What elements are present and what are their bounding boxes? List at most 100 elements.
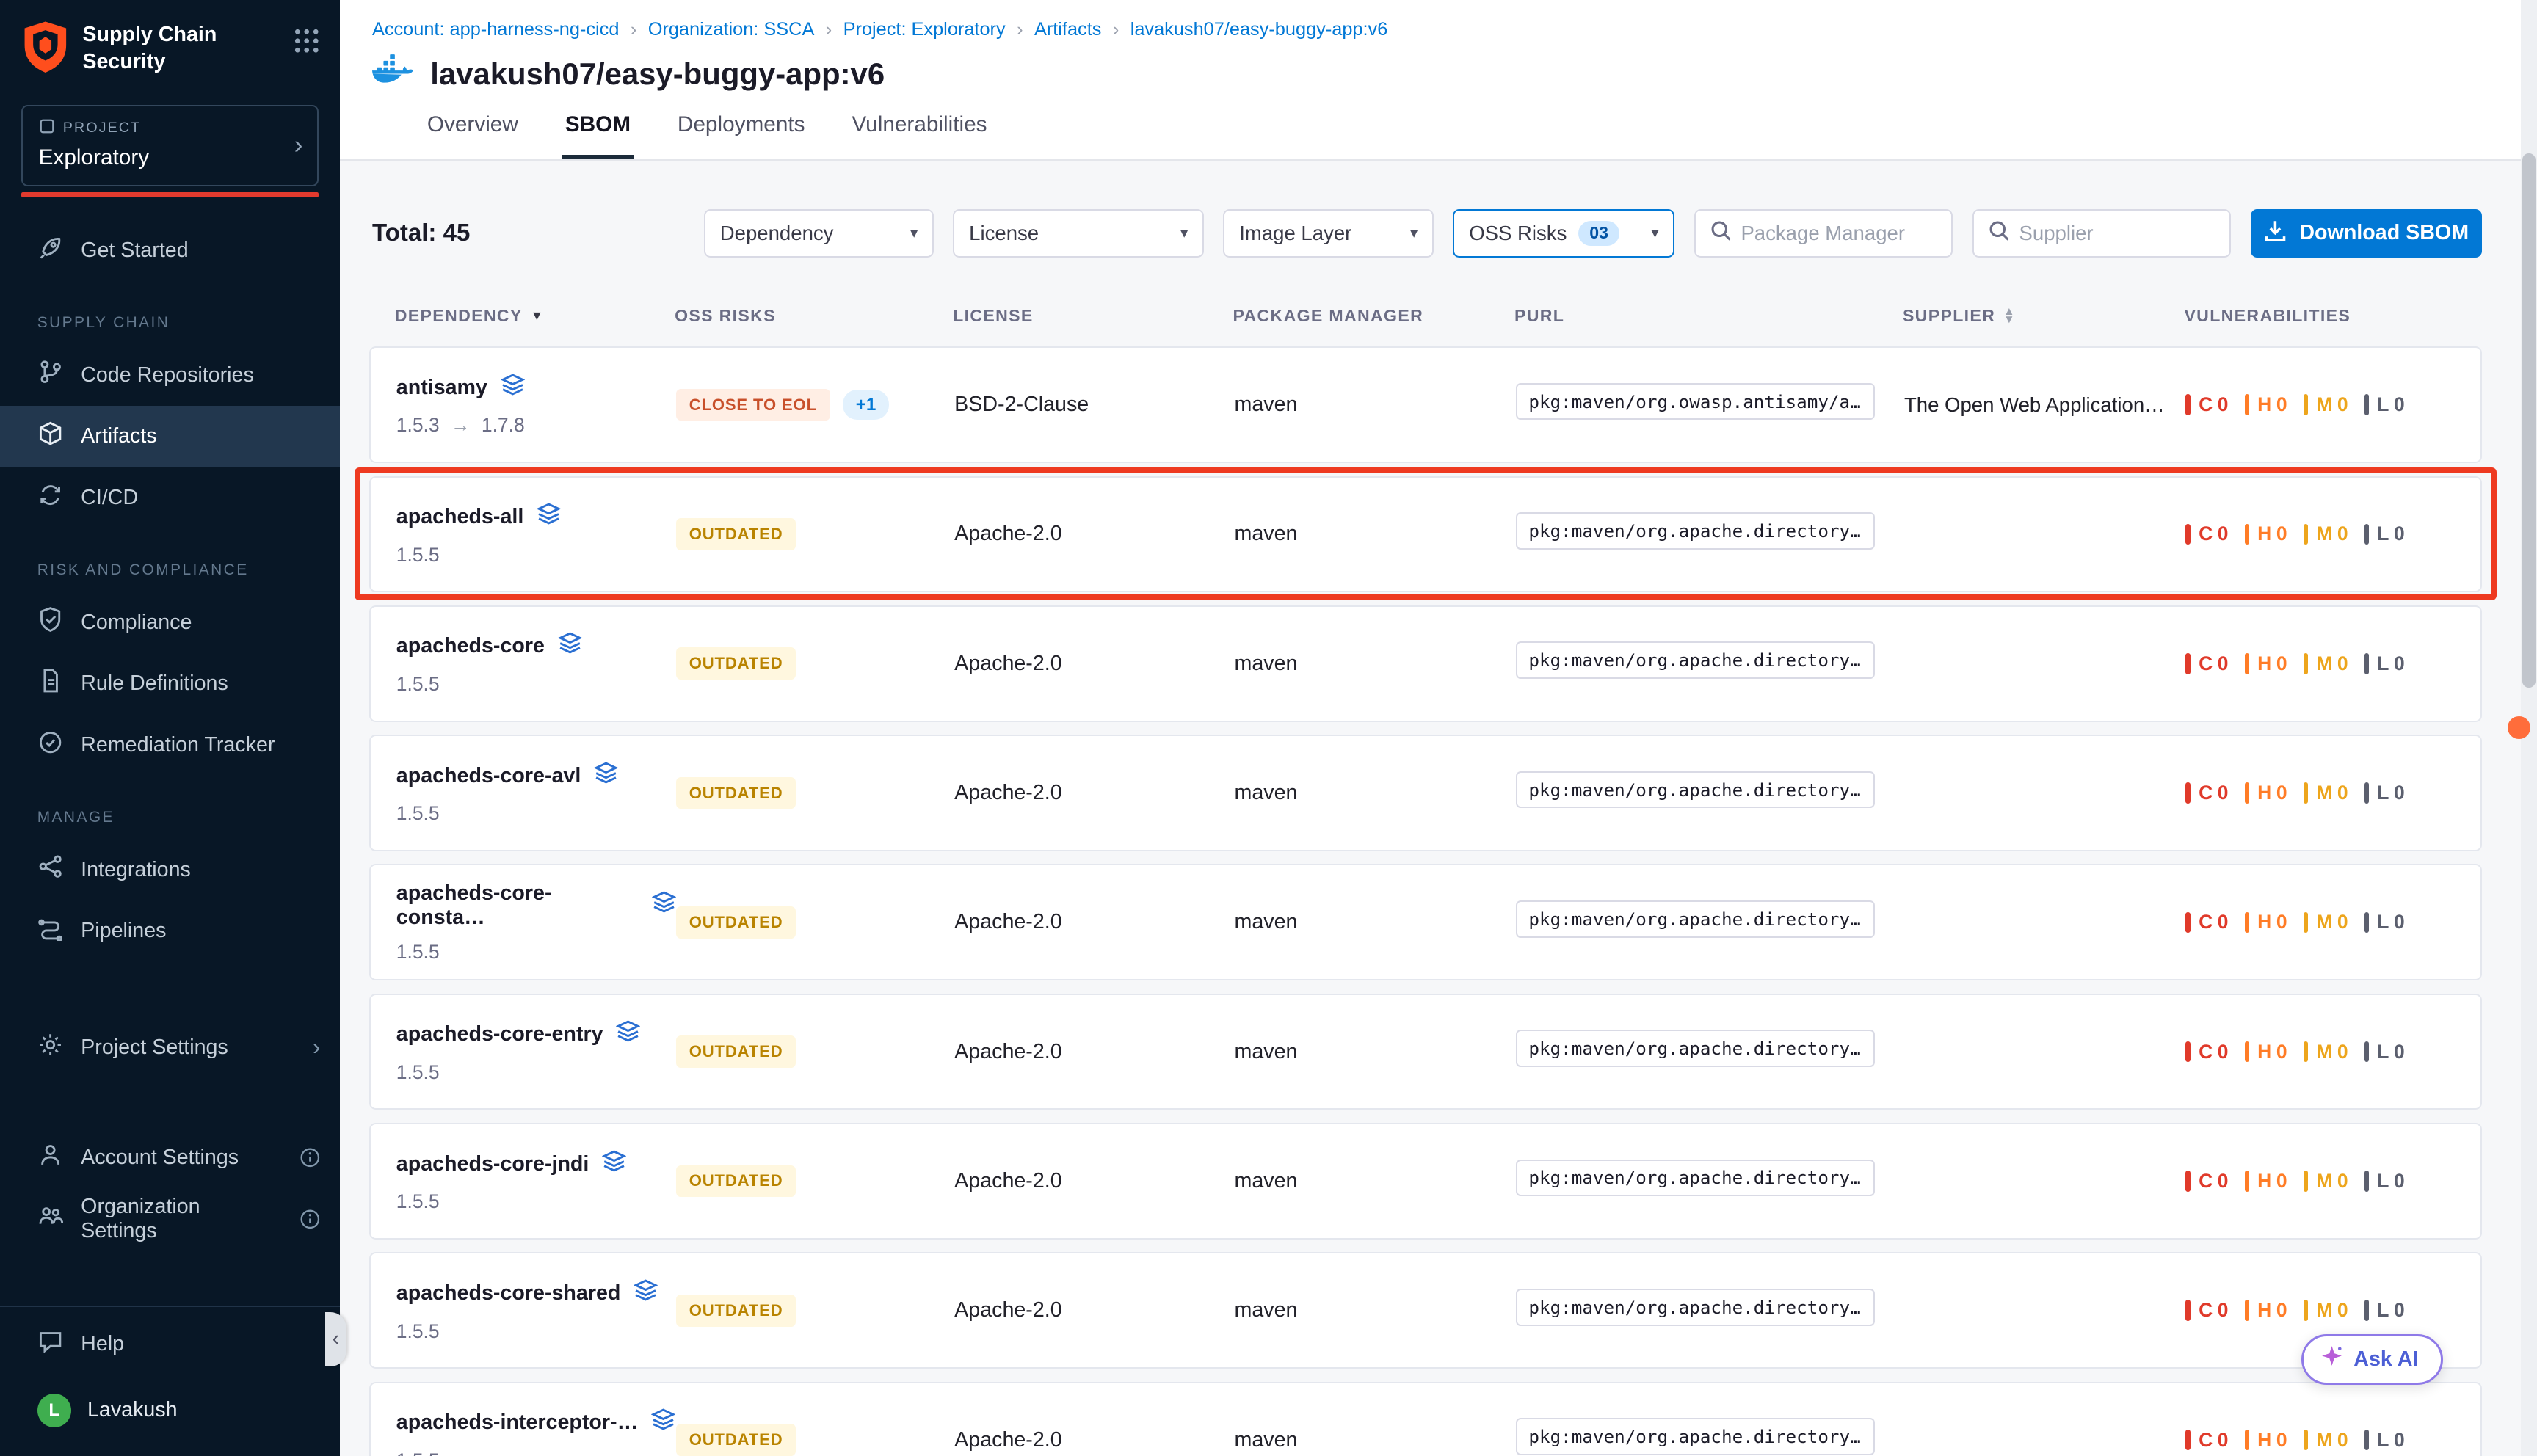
vuln-count-l: L0 xyxy=(2364,1299,2405,1322)
column-header-dependency[interactable]: DEPENDENCY▼ xyxy=(395,306,675,326)
purl-cell: pkg:maven/org.apache.directory.s… xyxy=(1516,900,1904,944)
project-selector[interactable]: PROJECT Exploratory › xyxy=(21,105,319,186)
oss-risk-badge[interactable]: +1 xyxy=(843,390,889,420)
column-header-vulnerabilities: VULNERABILITIES xyxy=(2184,306,2482,326)
download-sbom-button[interactable]: Download SBOM xyxy=(2251,209,2482,258)
sidebar-item-rule-definitions[interactable]: Rule Definitions xyxy=(0,653,340,715)
vuln-count-l: L0 xyxy=(2364,652,2405,675)
sidebar-item-integrations[interactable]: Integrations xyxy=(0,839,340,900)
license-cell: Apache-2.0 xyxy=(954,652,1234,676)
table-row[interactable]: apacheds-core 1.5.5 OUTDATED Apache-2.0 … xyxy=(369,605,2483,722)
image-layer-filter-select[interactable]: Image Layer ▾ xyxy=(1223,209,1434,258)
download-icon xyxy=(2264,219,2287,248)
oss-risks-cell: OUTDATED xyxy=(676,1295,954,1327)
sidebar: Supply Chain Security PROJECT Explorator… xyxy=(0,0,340,1456)
sidebar-item-remediation-tracker[interactable]: Remediation Tracker xyxy=(0,715,340,776)
project-name: Exploratory xyxy=(39,145,302,170)
breadcrumb-separator: › xyxy=(631,19,636,40)
oss-risks-cell: OUTDATED xyxy=(676,777,954,809)
purl-chip[interactable]: pkg:maven/org.apache.directory.s… xyxy=(1516,1418,1875,1455)
layers-icon xyxy=(558,631,582,661)
sidebar-item-project-settings[interactable]: Project Settings › xyxy=(0,1017,340,1079)
table-row[interactable]: apacheds-core-consta… 1.5.5 OUTDATED Apa… xyxy=(369,864,2483,980)
sidebar-item-help[interactable]: Help xyxy=(0,1314,340,1375)
breadcrumb-project[interactable]: Project: Exploratory xyxy=(843,19,1006,40)
sidebar-item-account-settings[interactable]: Account Settings xyxy=(0,1126,340,1188)
sidebar-item-code-repositories[interactable]: Code Repositories xyxy=(0,344,340,406)
tab-deployments[interactable]: Deployments xyxy=(675,96,808,159)
sidebar-item-compliance[interactable]: Compliance xyxy=(0,592,340,653)
people-icon xyxy=(37,1203,63,1234)
tab-overview[interactable]: Overview xyxy=(424,96,521,159)
info-icon xyxy=(300,1209,321,1230)
package-manager-search-input[interactable] xyxy=(1741,222,1937,245)
dependency-filter-select[interactable]: Dependency ▾ xyxy=(704,209,934,258)
sidebar-item-pipelines[interactable]: Pipelines xyxy=(0,900,340,962)
oss-risks-filter-select[interactable]: OSS Risks 03 ▾ xyxy=(1453,209,1674,258)
chevron-down-icon: ▾ xyxy=(1652,225,1659,242)
dependency-version: 1.5.3→1.7.8 xyxy=(396,414,676,437)
filter-label: License xyxy=(969,222,1039,245)
layers-icon xyxy=(501,373,525,403)
sidebar-collapse-handle[interactable]: ‹ xyxy=(325,1312,346,1367)
project-label: PROJECT xyxy=(63,120,141,136)
ask-ai-button[interactable]: Ask AI xyxy=(2301,1334,2443,1385)
sidebar-item-organization-settings[interactable]: Organization Settings xyxy=(0,1188,340,1250)
breadcrumb-artifact-name[interactable]: lavakush07/easy-buggy-app:v6 xyxy=(1130,19,1388,40)
dependency-version: 1.5.5 xyxy=(396,544,676,567)
supplier-search-input[interactable] xyxy=(2019,222,2215,245)
dependency-name: apacheds-core-jndi xyxy=(396,1152,589,1176)
table-row[interactable]: antisamy 1.5.3→1.7.8 CLOSE TO EOL+1 BSD-… xyxy=(369,346,2483,463)
layers-icon xyxy=(616,1019,640,1049)
user-menu[interactable]: L Lavakush xyxy=(0,1375,340,1446)
sidebar-item-artifacts[interactable]: Artifacts xyxy=(0,406,340,467)
purl-chip[interactable]: pkg:maven/org.apache.directory.s… xyxy=(1516,1030,1875,1067)
table-row[interactable]: apacheds-core-jndi 1.5.5 OUTDATED Apache… xyxy=(369,1123,2483,1240)
purl-chip[interactable]: pkg:maven/org.apache.directory.s… xyxy=(1516,1160,1875,1197)
filter-count-badge: 03 xyxy=(1578,221,1620,246)
table-row[interactable]: apacheds-all 1.5.5 OUTDATED Apache-2.0 m… xyxy=(369,476,2483,593)
package-manager-cell: maven xyxy=(1234,1169,1516,1193)
table-row[interactable]: apacheds-core-avl 1.5.5 OUTDATED Apache-… xyxy=(369,735,2483,851)
purl-chip[interactable]: pkg:maven/org.apache.directory.s… xyxy=(1516,771,1875,809)
supplier-cell: The Open Web Application ... xyxy=(1904,393,2186,417)
breadcrumb-artifacts[interactable]: Artifacts xyxy=(1034,19,1101,40)
oss-risk-badge: OUTDATED xyxy=(676,906,796,939)
breadcrumb-account[interactable]: Account: app-harness-ng-cicd xyxy=(372,19,619,40)
vulnerabilities-cell: C0H0M0L0 xyxy=(2185,911,2480,933)
tab-sbom[interactable]: SBOM xyxy=(562,96,634,159)
table-row[interactable]: apacheds-core-entry 1.5.5 OUTDATED Apach… xyxy=(369,994,2483,1110)
sidebar-nav: Get Started SUPPLY CHAIN Code Repositori… xyxy=(0,220,340,1250)
tab-vulnerabilities[interactable]: Vulnerabilities xyxy=(849,96,990,159)
purl-chip[interactable]: pkg:maven/org.owasp.antisamy/ant… xyxy=(1516,383,1875,421)
app-switcher-icon[interactable] xyxy=(293,27,320,61)
purl-chip[interactable]: pkg:maven/org.apache.directory.s… xyxy=(1516,512,1875,550)
vuln-count-c: C0 xyxy=(2185,523,2228,545)
vuln-count-c: C0 xyxy=(2185,1429,2228,1452)
sidebar-item-label: Get Started xyxy=(81,239,188,263)
sidebar-item-get-started[interactable]: Get Started xyxy=(0,220,340,282)
column-header-supplier[interactable]: SUPPLIER ▲▼ xyxy=(1903,306,2185,326)
column-header-license: LICENSE xyxy=(953,306,1233,326)
oss-risk-badge: OUTDATED xyxy=(676,1295,796,1327)
table-row[interactable]: apacheds-core-shared 1.5.5 OUTDATED Apac… xyxy=(369,1252,2483,1369)
breadcrumb-organization[interactable]: Organization: SSCA xyxy=(648,19,815,40)
license-filter-select[interactable]: License ▾ xyxy=(953,209,1204,258)
table-row[interactable]: apacheds-interceptor-… 1.5.5 OUTDATED Ap… xyxy=(369,1382,2483,1456)
sbom-table: DEPENDENCY▼ OSS RISKS LICENSE PACKAGE MA… xyxy=(369,295,2483,1456)
purl-chip[interactable]: pkg:maven/org.apache.directory.s… xyxy=(1516,641,1875,679)
package-manager-cell: maven xyxy=(1234,393,1516,417)
tab-bar: Overview SBOM Deployments Vulnerabilitie… xyxy=(424,96,2537,159)
scrollbar-thumb[interactable] xyxy=(2522,153,2536,687)
sidebar-item-cicd[interactable]: CI/CD xyxy=(0,467,340,529)
purl-chip[interactable]: pkg:maven/org.apache.directory.s… xyxy=(1516,1289,1875,1326)
purl-cell: pkg:maven/org.apache.directory.s… xyxy=(1516,1160,1904,1204)
target-check-icon xyxy=(37,729,63,761)
dependency-name: apacheds-core-avl xyxy=(396,764,581,788)
purl-chip[interactable]: pkg:maven/org.apache.directory.s… xyxy=(1516,900,1875,938)
license-cell: BSD-2-Clause xyxy=(954,393,1234,417)
vuln-count-h: H0 xyxy=(2245,1041,2287,1063)
dependency-version: 1.5.5 xyxy=(396,1449,676,1456)
sidebar-item-label: Help xyxy=(81,1332,124,1356)
filter-label: Dependency xyxy=(720,222,834,245)
